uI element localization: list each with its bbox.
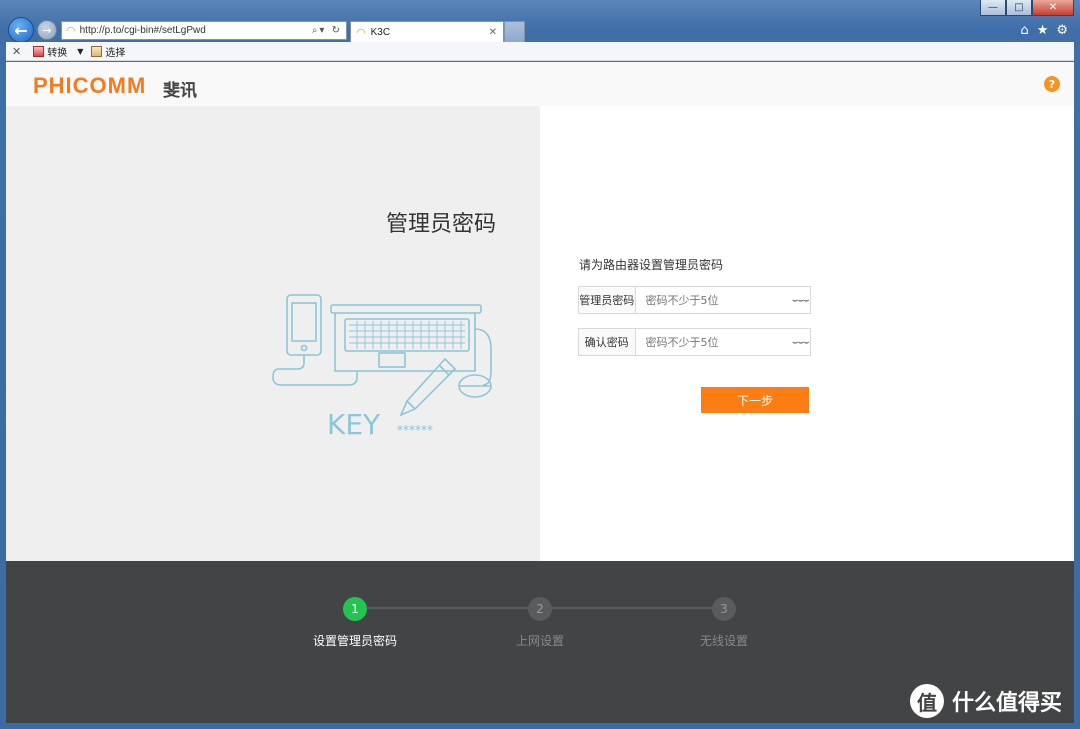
help-icon[interactable]: ?: [1044, 76, 1060, 92]
password-form-panel: 请为路由器设置管理员密码 管理员密码 ⌣⌣⌣ 确认密码 ⌣⌣⌣ 下一步: [540, 106, 1074, 561]
title-bar: — □ ✕ ← → ◠ http://p.to/cgi-bin#/setLgPw…: [0, 0, 1080, 43]
tab-title: K3C: [370, 26, 391, 38]
router-setup-page: PHICOMM 斐讯 ? 管理员密码 KEY ****** 请为路由器设置管理员…: [6, 62, 1074, 723]
watermark-badge: 值: [910, 684, 944, 718]
step-3-label: 无线设置: [699, 634, 748, 648]
laptop-illustration: [330, 304, 482, 314]
confirm-password-field: 确认密码 ⌣⌣⌣: [578, 328, 811, 356]
left-panel: 管理员密码 KEY ******: [6, 106, 540, 561]
address-url[interactable]: http://p.to/cgi-bin#/setLgPwd: [80, 25, 312, 36]
pencil-illustration: [399, 357, 457, 417]
select-icon: [91, 45, 103, 57]
close-button[interactable]: ✕: [1032, 0, 1074, 16]
command-bar-close-icon[interactable]: ✕: [12, 45, 21, 58]
confirm-password-input[interactable]: [635, 335, 791, 349]
step-1-label: 设置管理员密码: [312, 634, 397, 648]
eye-closed-icon[interactable]: ⌣⌣⌣: [791, 295, 811, 306]
home-icon[interactable]: ⌂: [1020, 23, 1028, 38]
new-tab-button[interactable]: [504, 21, 525, 42]
phicomm-logo: PHICOMM: [33, 73, 147, 98]
back-arrow-icon[interactable]: ←: [8, 17, 34, 43]
browser-window: — □ ✕ ← → ◠ http://p.to/cgi-bin#/setLgPw…: [0, 0, 1080, 729]
confirm-password-label: 确认密码: [579, 329, 636, 355]
step-1-indicator: 1: [343, 597, 367, 621]
key-text: KEY: [327, 408, 381, 441]
step-2-label: 上网设置: [515, 634, 564, 648]
password-illustration: KEY ******: [272, 294, 492, 441]
forward-arrow-icon[interactable]: →: [37, 20, 57, 40]
star-icon[interactable]: ★: [1037, 23, 1049, 38]
next-step-button[interactable]: 下一步: [701, 387, 809, 413]
convert-button[interactable]: 转换: [33, 44, 67, 59]
minimize-button[interactable]: —: [980, 0, 1006, 16]
phicomm-logo-cn: 斐讯: [163, 81, 197, 101]
pdf-icon: [33, 45, 45, 57]
chevron-down-icon[interactable]: ▼: [77, 47, 83, 56]
wifi-icon: ◠: [66, 24, 76, 37]
key-stars: ******: [397, 423, 433, 437]
search-icon[interactable]: ⌕▾ ↻: [312, 25, 342, 36]
admin-password-label: 管理员密码: [579, 287, 636, 313]
page-header: PHICOMM 斐讯 ?: [6, 62, 1074, 106]
eye-closed-icon[interactable]: ⌣⌣⌣: [791, 337, 811, 348]
admin-password-input[interactable]: [635, 293, 791, 307]
page-title: 管理员密码: [386, 212, 497, 237]
tab-close-icon[interactable]: ✕: [489, 27, 497, 38]
form-instruction: 请为路由器设置管理员密码: [579, 258, 724, 272]
select-label: 选择: [105, 47, 126, 59]
convert-label: 转换: [47, 47, 68, 59]
admin-password-field: 管理员密码 ⌣⌣⌣: [578, 286, 811, 314]
command-bar: ✕ 转换 ▼ 选择: [6, 42, 1074, 61]
step-3-indicator: 3: [712, 597, 736, 621]
maximize-button[interactable]: □: [1006, 0, 1032, 16]
watermark-text: 什么值得买: [952, 691, 1063, 716]
tab-k3c[interactable]: ◠ K3C ✕: [350, 21, 504, 42]
browser-tools: ⌂ ★ ⚙: [1020, 23, 1068, 38]
window-controls: — □ ✕: [980, 0, 1074, 16]
address-bar[interactable]: ◠ http://p.to/cgi-bin#/setLgPwd ⌕▾ ↻: [61, 21, 347, 40]
smzdm-watermark: 值 什么值得买: [910, 684, 1062, 718]
tab-wifi-icon: ◠: [356, 26, 366, 39]
step-2-indicator: 2: [528, 597, 552, 621]
select-button[interactable]: 选择: [91, 44, 125, 59]
gear-icon[interactable]: ⚙: [1056, 23, 1068, 38]
